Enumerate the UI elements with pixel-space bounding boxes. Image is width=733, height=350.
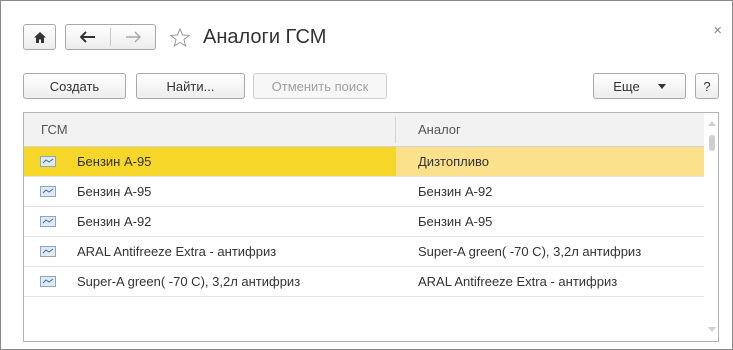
close-icon: × bbox=[713, 22, 722, 39]
more-label: Еще bbox=[613, 78, 640, 94]
table-row[interactable]: Бензин А-95 Бензин А-92 bbox=[24, 177, 704, 207]
scroll-down-icon bbox=[708, 327, 716, 332]
analog-cell: Дизтопливо bbox=[418, 154, 489, 169]
analog-cell: ARAL Antifreeze Extra - антифриз bbox=[418, 274, 618, 289]
vertical-scrollbar[interactable] bbox=[704, 113, 718, 341]
item-icon bbox=[40, 186, 56, 197]
home-icon bbox=[33, 31, 46, 43]
analog-cell: Super-A green( -70 C), 3,2л антифриз bbox=[418, 244, 642, 259]
forward-button[interactable] bbox=[111, 25, 155, 49]
page-title: Аналоги ГСМ bbox=[203, 25, 327, 48]
home-button[interactable] bbox=[23, 24, 56, 50]
fuel-cell: Бензин А-95 bbox=[77, 184, 152, 199]
column-divider bbox=[395, 117, 396, 143]
star-icon bbox=[170, 27, 190, 47]
analog-cell: Бензин А-95 bbox=[418, 214, 493, 229]
more-button[interactable]: Еще bbox=[593, 73, 686, 99]
fuel-cell: ARAL Antifreeze Extra - антифриз bbox=[77, 244, 277, 259]
help-button[interactable]: ? bbox=[695, 73, 719, 99]
table-row[interactable]: Бензин А-95 Дизтопливо bbox=[24, 147, 704, 177]
back-button[interactable] bbox=[66, 25, 110, 49]
arrow-left-icon bbox=[80, 31, 95, 43]
cancel-search-button[interactable]: Отменить поиск bbox=[253, 73, 387, 99]
favorite-button[interactable] bbox=[169, 26, 191, 48]
item-icon bbox=[40, 216, 56, 227]
fuel-cell: Бензин А-92 bbox=[77, 214, 152, 229]
arrow-right-icon bbox=[126, 31, 141, 43]
item-icon bbox=[40, 156, 56, 167]
item-icon bbox=[40, 246, 56, 257]
create-button[interactable]: Создать bbox=[23, 73, 126, 99]
close-button[interactable]: × bbox=[713, 22, 722, 39]
item-icon bbox=[40, 276, 56, 287]
scroll-up-icon bbox=[708, 121, 716, 126]
navigation-arrows bbox=[65, 24, 156, 50]
analog-cell: Бензин А-92 bbox=[418, 184, 493, 199]
column-header-fuel[interactable]: ГСМ bbox=[41, 113, 68, 146]
column-header-analog[interactable]: Аналог bbox=[418, 113, 461, 146]
table-header: ГСМ Аналог bbox=[24, 113, 704, 147]
analogs-table: ГСМ Аналог Бензин А-95 Дизтопливо Бензин… bbox=[23, 112, 719, 342]
form-header: Аналоги ГСМ bbox=[23, 22, 326, 52]
table-row[interactable]: ARAL Antifreeze Extra - антифриз Super-A… bbox=[24, 237, 704, 267]
table-row[interactable]: Бензин А-92 Бензин А-95 bbox=[24, 207, 704, 237]
fuel-cell: Super-A green( -70 C), 3,2л антифриз bbox=[77, 274, 301, 289]
find-button[interactable]: Найти... bbox=[136, 73, 245, 99]
command-bar: Создать Найти... Отменить поиск Еще ? bbox=[23, 73, 719, 99]
chevron-down-icon bbox=[657, 83, 666, 89]
fuel-cell: Бензин А-95 bbox=[77, 154, 152, 169]
table-row[interactable]: Super-A green( -70 C), 3,2л антифриз ARA… bbox=[24, 267, 704, 297]
form-window: Аналоги ГСМ × Создать Найти... Отменить … bbox=[0, 0, 733, 350]
scrollbar-thumb[interactable] bbox=[709, 135, 715, 151]
